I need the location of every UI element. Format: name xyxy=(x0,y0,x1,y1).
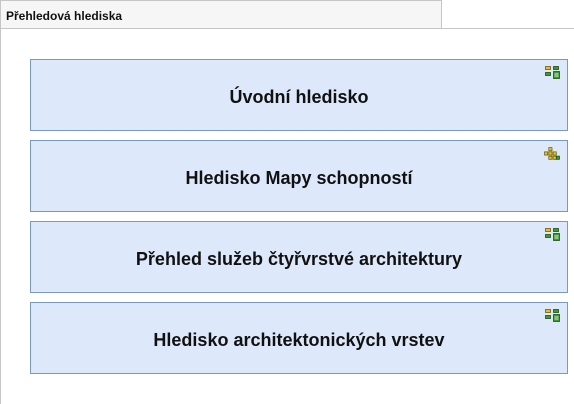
capability-map-icon xyxy=(544,147,560,160)
viewpoints-panel: Úvodní hledisko Hledisko Mapy schopností xyxy=(0,28,574,404)
viewpoint-card-architecture-layers[interactable]: Hledisko architektonických vrstev xyxy=(30,302,568,374)
viewpoint-icon xyxy=(545,309,560,322)
viewpoint-card-intro[interactable]: Úvodní hledisko xyxy=(30,59,568,131)
card-label: Úvodní hledisko xyxy=(229,86,369,107)
card-label: Hledisko Mapy schopností xyxy=(185,167,413,188)
overview-viewpoints-window: Přehledová hlediska Úvodní hledisko Hled… xyxy=(0,0,574,404)
card-label: Hledisko architektonických vrstev xyxy=(153,329,445,350)
tab-overview-viewpoints[interactable]: Přehledová hlediska xyxy=(0,0,442,29)
tab-label: Přehledová hlediska xyxy=(6,9,123,23)
card-label: Přehled služeb čtyřvrstvé architektury xyxy=(135,248,463,269)
viewpoint-icon xyxy=(545,228,560,241)
viewpoint-icon xyxy=(545,66,560,79)
viewpoint-card-four-layer-services[interactable]: Přehled služeb čtyřvrstvé architektury xyxy=(30,221,568,293)
viewpoint-card-capability-map[interactable]: Hledisko Mapy schopností xyxy=(30,140,568,212)
